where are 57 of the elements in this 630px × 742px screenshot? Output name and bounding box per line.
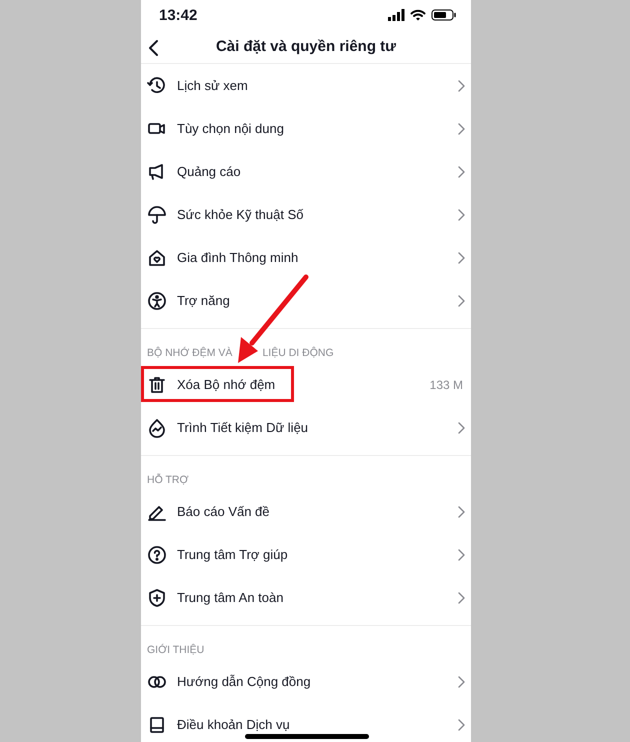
- settings-item[interactable]: Trình Tiết kiệm Dữ liệu: [141, 406, 471, 449]
- chevron-right-icon: [457, 674, 465, 688]
- signal-icon: [387, 9, 405, 21]
- item-label: Gia đình Thông minh: [177, 250, 298, 265]
- settings-item[interactable]: Trung tâm Trợ giúp: [141, 533, 471, 576]
- shield-plus-icon: [147, 588, 167, 608]
- item-label: Tùy chọn nội dung: [177, 121, 284, 136]
- chevron-right-icon: [457, 164, 465, 178]
- question-icon: [147, 544, 167, 564]
- data-saver-icon: [147, 418, 167, 438]
- section-header: GIỚI THIỆU: [147, 642, 204, 658]
- wifi-icon: [410, 9, 426, 21]
- house-heart-icon: [147, 248, 167, 268]
- settings-item[interactable]: Trung tâm An toàn: [141, 576, 471, 619]
- item-label: Trợ năng: [177, 293, 230, 308]
- accessibility-icon: [147, 290, 167, 310]
- settings-item[interactable]: Xóa Bộ nhớ đệm 133 M: [141, 363, 471, 406]
- chevron-right-icon: [457, 420, 465, 434]
- settings-item[interactable]: Quảng cáo: [141, 150, 471, 193]
- settings-item[interactable]: Lịch sử xem: [141, 64, 471, 107]
- chevron-right-icon: [457, 78, 465, 92]
- chevron-right-icon: [457, 208, 465, 222]
- item-label: Sức khỏe Kỹ thuật Số: [177, 207, 304, 222]
- item-label: Lịch sử xem: [177, 78, 248, 93]
- settings-item[interactable]: Trợ năng: [141, 279, 471, 322]
- history-icon: [147, 76, 167, 96]
- settings-item[interactable]: Điều khoản Dịch vụ: [141, 703, 471, 742]
- chevron-right-icon: [457, 718, 465, 732]
- settings-item[interactable]: Hướng dẫn Cộng đồng: [141, 660, 471, 703]
- chevron-right-icon: [457, 250, 465, 264]
- item-label: Hướng dẫn Cộng đồng: [177, 674, 311, 689]
- chevron-right-icon: [457, 122, 465, 136]
- settings-item[interactable]: Báo cáo Vấn đề: [141, 490, 471, 533]
- battery-icon: [431, 9, 457, 21]
- status-time: 13:42: [159, 6, 198, 24]
- settings-item[interactable]: Tùy chọn nội dung: [141, 107, 471, 150]
- book-icon: [147, 714, 167, 734]
- item-label: Điều khoản Dịch vụ: [177, 717, 290, 732]
- chevron-right-icon: [457, 548, 465, 562]
- item-label: Trung tâm An toàn: [177, 590, 284, 605]
- item-label: Xóa Bộ nhớ đệm: [177, 377, 276, 392]
- umbrella-icon: [147, 204, 167, 224]
- item-label: Báo cáo Vấn đề: [177, 504, 270, 519]
- section-header: BỘ NHỚ ĐỆM VÀ: [147, 346, 232, 361]
- settings-item[interactable]: Gia đình Thông minh: [141, 236, 471, 279]
- item-label: Trung tâm Trợ giúp: [177, 547, 288, 562]
- chevron-right-icon: [457, 590, 465, 604]
- chevron-right-icon: [457, 294, 465, 308]
- page-title: Cài đặt và quyền riêng tư: [216, 38, 396, 55]
- chevron-right-icon: [457, 504, 465, 518]
- item-label: Quảng cáo: [177, 164, 241, 179]
- section-header: LIỆU DI ĐỘNG: [262, 346, 334, 361]
- item-label: Trình Tiết kiệm Dữ liệu: [177, 420, 308, 435]
- item-value: 133 M: [430, 378, 464, 392]
- section-header: HỖ TRỢ: [147, 472, 188, 488]
- settings-item[interactable]: Sức khỏe Kỹ thuật Số: [141, 193, 471, 236]
- trash-icon: [147, 374, 167, 394]
